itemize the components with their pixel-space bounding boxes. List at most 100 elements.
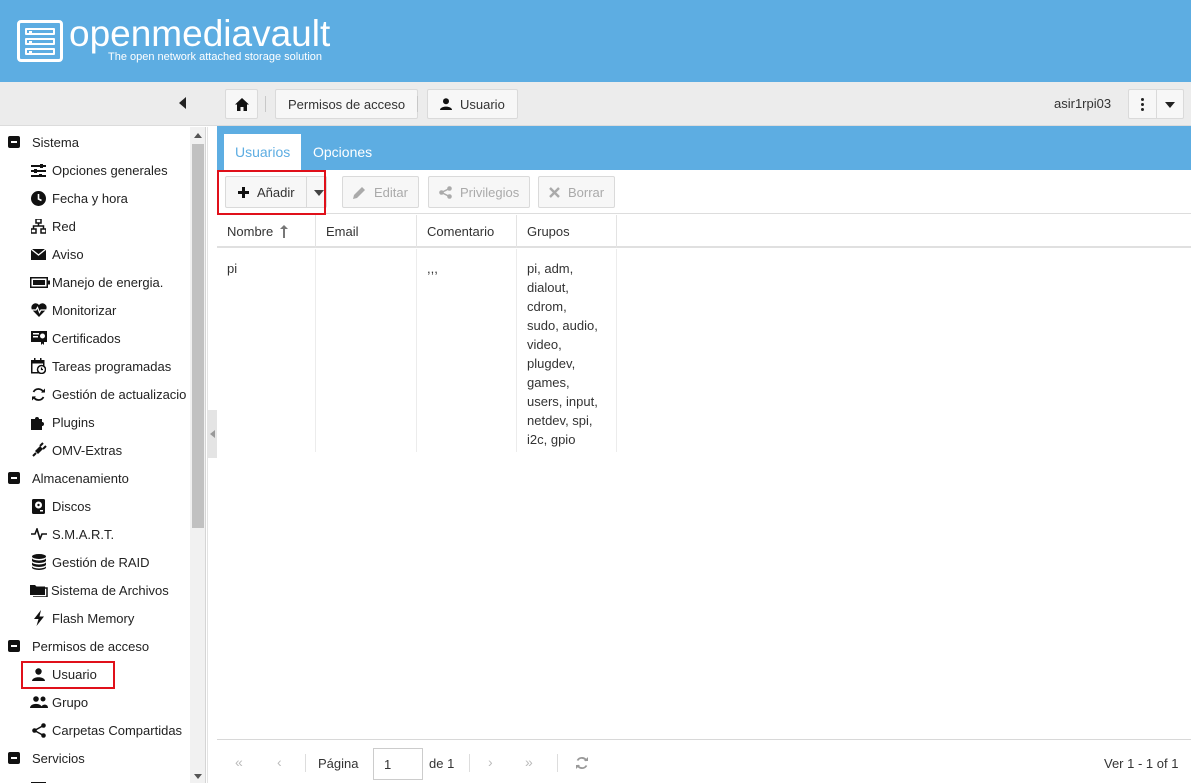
sliders-icon [30,162,47,179]
privileges-button[interactable]: Privilegios [428,176,531,208]
hostname: asir1rpi03 [1054,96,1112,111]
envelope-icon [30,246,47,263]
sidebar-scrollbar[interactable] [190,127,205,783]
group-line: sudo, audio, [527,318,598,333]
sidebar-item-label: Plugins [52,414,95,430]
database-icon [30,554,47,571]
home-icon [234,97,249,111]
sidebar-item-plugins[interactable]: Plugins [30,408,95,436]
sidebar-group-servicios[interactable]: Servicios [8,744,85,772]
sidebar-item-monitorizar[interactable]: Monitorizar [30,296,116,324]
group-line: games, [527,375,570,390]
sidebar-item-label: Monitorizar [52,302,117,318]
grid-toolbar: Añadir Editar Privilegios Borrar [217,170,1191,214]
edit-button[interactable]: Editar [342,176,419,208]
column-header-label: Email [326,224,359,239]
cell-comentario: ,,, [417,249,517,452]
scroll-down-icon[interactable] [194,774,202,779]
pager-separator [305,754,306,772]
scroll-up-icon[interactable] [194,133,202,138]
sidebar-item-energia[interactable]: Manejo de energia. [30,268,163,296]
collapse-icon [8,640,20,652]
scroll-thumb[interactable] [192,144,204,528]
share-icon [439,185,452,199]
tab-opciones[interactable]: Opciones [302,134,383,170]
sidebar-item-red[interactable]: Red [30,212,76,240]
group-line: cdrom, [527,299,567,314]
sidebar-item-aviso[interactable]: Aviso [30,240,84,268]
sidebar-item-omv-extras[interactable]: OMV-Extras [30,436,122,464]
network-icon [30,218,47,235]
sidebar-splitter[interactable] [207,127,217,783]
breadcrumb-permisos[interactable]: Permisos de acceso [275,89,419,119]
group-line: i2c, gpio [527,432,576,447]
sidebar-item-actualizaciones[interactable]: Gestión de actualizacio [30,380,186,408]
sidebar-item-partial[interactable] [30,772,52,783]
column-header-nombre[interactable]: Nombre [217,215,316,248]
kebab-icon [1141,98,1144,111]
topbar: Permisos de acceso Usuario asir1rpi03 [0,82,1191,126]
sidebar-group-almacenamiento[interactable]: Almacenamiento [8,464,129,492]
breadcrumb-separator [417,96,418,112]
breadcrumb-home-button[interactable] [225,89,258,119]
sidebar-item-label: Flash Memory [52,610,135,626]
column-header-grupos[interactable]: Grupos [517,215,617,248]
plug-icon [30,442,47,459]
refresh-icon[interactable] [575,756,589,770]
next-page-icon[interactable]: › [488,754,493,770]
sort-ascending-icon [280,225,289,238]
sidebar-group-label: Almacenamiento [32,470,129,486]
column-header-label: Nombre [227,224,274,239]
first-page-icon[interactable]: « [235,754,243,770]
pager-separator [557,754,558,772]
privileges-button-label: Privilegios [460,184,520,200]
grid-header: Nombre Email Comentario Grupos [217,215,1191,248]
calendar-clock-icon [30,358,47,375]
splitter-collapse-icon[interactable] [208,410,217,458]
delete-button-label: Borrar [568,184,605,200]
cell-email [316,249,417,452]
sidebar-item-label: Sistema de Archivos [51,582,169,598]
sidebar-item-discos[interactable]: Discos [30,492,91,520]
sidebar-item-label: OMV-Extras [52,442,123,458]
sidebar-item-smart[interactable]: S.M.A.R.T. [30,520,114,548]
pulse-icon [30,526,47,543]
sidebar-item-label: Carpetas Compartidas [52,722,183,738]
sidebar-item-opciones-generales[interactable]: Opciones generales [30,156,168,184]
column-header-comentario[interactable]: Comentario [417,215,517,248]
tab-bar: Usuarios Opciones [217,126,1191,170]
sidebar-item-grupo[interactable]: Grupo [30,688,88,716]
sidebar-group-sistema[interactable]: Sistema [8,128,79,156]
sidebar-item-label: Aviso [52,246,84,262]
column-header-email[interactable]: Email [316,215,417,248]
app-header: openmediavault The open network attached… [0,0,1191,82]
heartbeat-icon [30,302,47,319]
last-page-icon[interactable]: » [525,754,533,770]
clock-icon [30,190,47,207]
sidebar-item-label: Grupo [52,694,89,710]
user-menu-button[interactable] [1128,89,1184,119]
sidebar-item-raid[interactable]: Gestión de RAID [30,548,150,576]
sidebar-item-label: Opciones generales [52,162,168,178]
disk-icon [30,498,47,515]
previous-page-icon[interactable]: ‹ [277,754,282,770]
collapse-icon [8,752,20,764]
sidebar-item-fecha-hora[interactable]: Fecha y hora [30,184,128,212]
sidebar-item-carpetas-compartidas[interactable]: Carpetas Compartidas [30,716,182,744]
page-count-label: de 1 [429,756,455,771]
flash-icon [30,610,47,627]
column-header-label: Grupos [527,224,570,239]
sidebar-item-flash-memory[interactable]: Flash Memory [30,604,134,632]
certificate-icon [30,330,47,347]
puzzle-icon [30,414,47,431]
page-number-input[interactable] [373,748,423,780]
collapse-sidebar-icon[interactable] [179,97,186,109]
highlight-box-add [217,170,326,215]
breadcrumb-usuario[interactable]: Usuario [427,89,518,119]
sidebar-item-tareas-programadas[interactable]: Tareas programadas [30,352,171,380]
delete-button[interactable]: Borrar [538,176,616,208]
sidebar-item-certificados[interactable]: Certificados [30,324,121,352]
sidebar-group-permisos[interactable]: Permisos de acceso [8,632,149,660]
sidebar-item-sistema-archivos[interactable]: Sistema de Archivos [30,576,169,604]
tab-usuarios[interactable]: Usuarios [224,134,302,170]
